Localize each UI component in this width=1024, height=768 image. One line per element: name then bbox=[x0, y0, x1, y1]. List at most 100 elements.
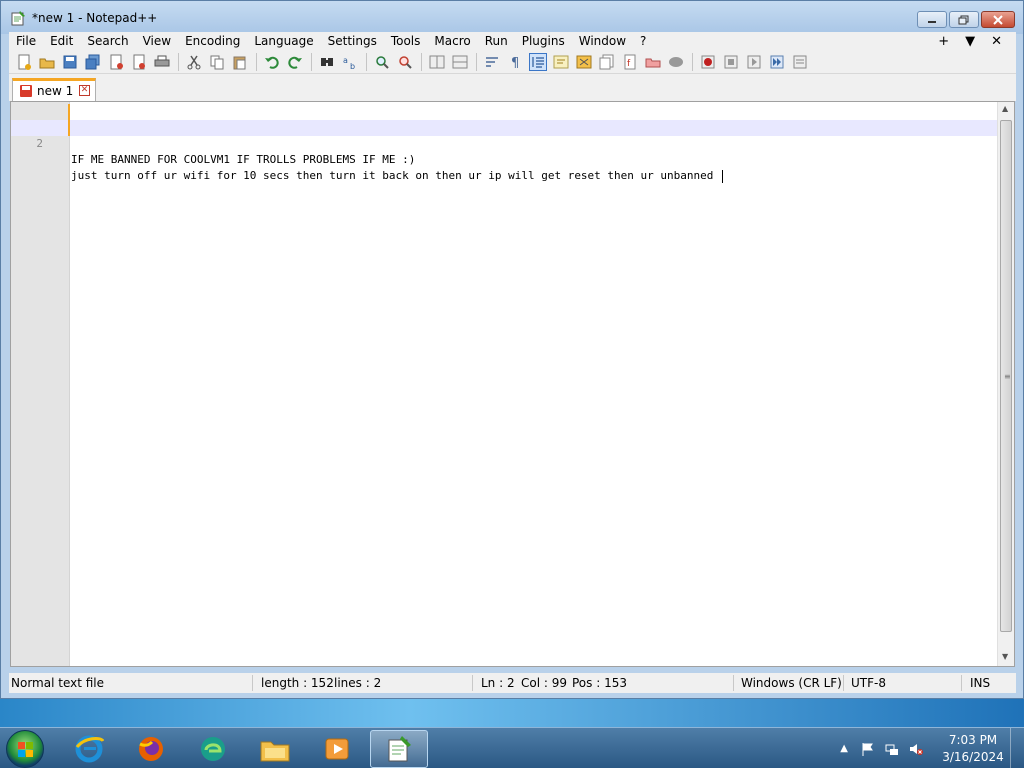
media-player-icon[interactable] bbox=[310, 730, 364, 768]
menu-help[interactable]: ? bbox=[633, 34, 653, 48]
menu-window[interactable]: Window bbox=[572, 34, 633, 48]
notepadpp-icon[interactable] bbox=[370, 730, 428, 768]
scroll-down-arrow-icon[interactable]: ▼ bbox=[1002, 652, 1008, 661]
status-length: length : 152 bbox=[261, 676, 334, 690]
menu-settings[interactable]: Settings bbox=[321, 34, 384, 48]
replace-icon[interactable]: ab bbox=[341, 53, 359, 71]
monitoring-icon[interactable] bbox=[667, 53, 685, 71]
toolbar-separator bbox=[256, 52, 257, 71]
tab-close-icon[interactable]: ✕ bbox=[79, 85, 90, 96]
menu-tools[interactable]: Tools bbox=[384, 34, 428, 48]
title-bar[interactable]: *new 1 - Notepad++ bbox=[1, 1, 1023, 34]
udl-icon[interactable] bbox=[552, 53, 570, 71]
file-explorer-icon[interactable] bbox=[248, 730, 302, 768]
action-center-flag-icon[interactable] bbox=[860, 741, 876, 757]
restore-icon bbox=[958, 15, 969, 24]
show-all-chars-icon[interactable]: ¶ bbox=[506, 53, 524, 71]
editor-line-current[interactable]: 2 just turn off ur wifi for 10 secs then… bbox=[11, 120, 997, 183]
folder-workspace-icon[interactable] bbox=[644, 53, 662, 71]
status-file-type: Normal text file bbox=[11, 676, 105, 690]
maximize-button[interactable] bbox=[949, 11, 979, 28]
menu-plugins[interactable]: Plugins bbox=[515, 34, 572, 48]
menu-file[interactable]: File bbox=[9, 34, 43, 48]
close-doc-button[interactable]: ✕ bbox=[991, 34, 1002, 49]
sync-vertical-icon[interactable] bbox=[428, 53, 446, 71]
zoom-out-icon[interactable] bbox=[396, 53, 414, 71]
redo-icon[interactable] bbox=[286, 53, 304, 71]
status-encoding[interactable]: UTF-8 bbox=[851, 676, 886, 690]
tab-bar: new 1 ✕ bbox=[9, 74, 1016, 101]
status-col: Col : 99 bbox=[521, 676, 567, 690]
save-macro-icon[interactable] bbox=[791, 53, 809, 71]
clock-time: 7:03 PM bbox=[948, 732, 998, 747]
close-button[interactable] bbox=[981, 11, 1015, 28]
save-all-icon[interactable] bbox=[84, 53, 102, 71]
taskbar: ▲ 7:03 PM 3/16/2024 bbox=[0, 727, 1024, 768]
show-desktop-button[interactable] bbox=[1010, 728, 1024, 768]
edge-icon[interactable] bbox=[186, 730, 240, 768]
tab-list-button[interactable]: ▼ bbox=[965, 34, 975, 49]
status-divider bbox=[843, 675, 844, 691]
window-title: *new 1 - Notepad++ bbox=[32, 11, 158, 25]
toolbar-separator bbox=[692, 52, 693, 71]
cut-icon[interactable] bbox=[185, 53, 203, 71]
menu-encoding[interactable]: Encoding bbox=[178, 34, 247, 48]
text-editor[interactable]: 1 IF ME BANNED FOR COOLVM1 IF TROLLS PRO… bbox=[10, 101, 1015, 667]
menu-language[interactable]: Language bbox=[247, 34, 320, 48]
undo-icon[interactable] bbox=[263, 53, 281, 71]
menu-macro[interactable]: Macro bbox=[427, 34, 477, 48]
line-text-wrapper: just turn off ur wifi for 10 secs then t… bbox=[71, 168, 724, 184]
close-icon[interactable] bbox=[107, 53, 125, 71]
text-caret bbox=[722, 169, 724, 183]
function-list-icon[interactable]: f bbox=[621, 53, 639, 71]
status-mode[interactable]: INS bbox=[970, 676, 990, 690]
start-button[interactable] bbox=[6, 730, 44, 768]
editor-line[interactable]: 1 IF ME BANNED FOR COOLVM1 IF TROLLS PRO… bbox=[11, 104, 997, 166]
internet-explorer-icon[interactable] bbox=[62, 730, 116, 768]
open-file-icon[interactable] bbox=[38, 53, 56, 71]
paste-icon[interactable] bbox=[231, 53, 249, 71]
tab-new-1[interactable]: new 1 ✕ bbox=[12, 78, 96, 101]
toolbar-separator bbox=[421, 52, 422, 71]
copy-icon[interactable] bbox=[208, 53, 226, 71]
line-number: 2 bbox=[11, 136, 43, 152]
doc-list-icon[interactable] bbox=[598, 53, 616, 71]
clock[interactable]: 7:03 PM 3/16/2024 bbox=[938, 732, 1008, 766]
clock-date: 3/16/2024 bbox=[942, 749, 1004, 764]
toolbar-separator bbox=[311, 52, 312, 71]
menu-run[interactable]: Run bbox=[478, 34, 515, 48]
status-divider bbox=[733, 675, 734, 691]
add-tab-button[interactable]: + bbox=[938, 34, 949, 49]
stop-record-icon[interactable] bbox=[722, 53, 740, 71]
vertical-scrollbar[interactable]: ▲ ≡ ▼ bbox=[997, 102, 1014, 666]
windows-logo-icon bbox=[18, 742, 33, 757]
sync-horizontal-icon[interactable] bbox=[451, 53, 469, 71]
find-icon[interactable] bbox=[318, 53, 336, 71]
save-icon[interactable] bbox=[61, 53, 79, 71]
menu-search[interactable]: Search bbox=[80, 34, 135, 48]
scroll-thumb[interactable]: ≡ bbox=[1000, 120, 1012, 632]
menu-view[interactable]: View bbox=[136, 34, 178, 48]
indent-guide-icon[interactable] bbox=[529, 52, 547, 71]
fold-margin bbox=[69, 102, 70, 666]
new-file-icon[interactable] bbox=[15, 53, 33, 71]
print-icon[interactable] bbox=[153, 53, 171, 71]
firefox-icon[interactable] bbox=[124, 730, 178, 768]
status-eol[interactable]: Windows (CR LF) bbox=[741, 676, 842, 690]
zoom-in-icon[interactable] bbox=[373, 53, 391, 71]
menu-edit[interactable]: Edit bbox=[43, 34, 80, 48]
word-wrap-icon[interactable] bbox=[483, 53, 501, 71]
show-hidden-icons-icon[interactable]: ▲ bbox=[840, 743, 848, 754]
doc-map-icon[interactable] bbox=[575, 53, 593, 71]
scroll-up-arrow-icon[interactable]: ▲ bbox=[1002, 104, 1008, 113]
notepadpp-app-icon[interactable] bbox=[10, 10, 26, 26]
minimize-button[interactable] bbox=[917, 11, 947, 28]
close-x-icon bbox=[993, 14, 1003, 25]
network-icon[interactable] bbox=[884, 741, 900, 757]
close-all-icon[interactable] bbox=[130, 53, 148, 71]
volume-muted-icon[interactable] bbox=[908, 741, 924, 757]
record-macro-icon[interactable] bbox=[699, 53, 717, 71]
run-macro-multiple-icon[interactable] bbox=[768, 53, 786, 71]
play-macro-icon[interactable] bbox=[745, 53, 763, 71]
status-divider bbox=[252, 675, 253, 691]
